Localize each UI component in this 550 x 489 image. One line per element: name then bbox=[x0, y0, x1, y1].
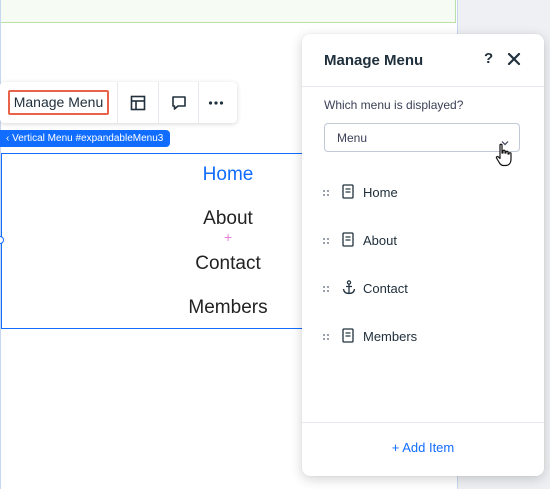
drag-handle-icon[interactable] bbox=[322, 331, 330, 343]
element-tag[interactable]: ‹ Vertical Menu #expandableMenu3 bbox=[0, 130, 170, 147]
drag-handle-icon[interactable] bbox=[322, 235, 330, 247]
drag-handle-icon[interactable] bbox=[322, 187, 330, 199]
panel-menu-item-members[interactable]: Members bbox=[302, 321, 544, 351]
page-icon bbox=[342, 232, 356, 248]
panel-menu-item-label: Members bbox=[363, 329, 418, 344]
close-icon[interactable] bbox=[506, 51, 522, 67]
add-plus-icon: + bbox=[224, 229, 233, 245]
menu-select-value: Menu bbox=[337, 131, 368, 145]
panel-menu-item-home[interactable]: Home bbox=[302, 177, 544, 207]
chevron-down-icon bbox=[501, 134, 509, 146]
panel-menu-item-label: Contact bbox=[363, 281, 408, 296]
add-item-button[interactable]: + Add Item bbox=[302, 440, 544, 455]
anchor-icon bbox=[342, 280, 356, 296]
hand-cursor-icon bbox=[494, 143, 514, 167]
which-menu-label: Which menu is displayed? bbox=[324, 98, 464, 112]
comment-icon[interactable] bbox=[168, 92, 190, 114]
toolbar-divider bbox=[117, 82, 118, 123]
manage-menu-button[interactable]: Manage Menu bbox=[8, 90, 109, 115]
page-icon bbox=[342, 328, 356, 344]
layout-icon[interactable] bbox=[127, 92, 149, 114]
manage-menu-panel: Manage Menu ? Which menu is displayed? M… bbox=[302, 34, 544, 476]
divider bbox=[302, 422, 544, 423]
more-icon[interactable] bbox=[205, 92, 227, 114]
element-toolbar: Manage Menu bbox=[0, 82, 237, 123]
panel-menu-item-about[interactable]: About bbox=[302, 225, 544, 255]
panel-title: Manage Menu bbox=[324, 52, 424, 69]
header-strip[interactable] bbox=[0, 0, 456, 23]
page-icon bbox=[342, 184, 356, 200]
help-icon[interactable]: ? bbox=[484, 50, 498, 70]
toolbar-divider bbox=[158, 82, 159, 123]
menu-select[interactable]: Menu bbox=[324, 123, 520, 152]
divider bbox=[302, 86, 544, 87]
panel-menu-item-contact[interactable]: Contact bbox=[302, 273, 544, 303]
panel-menu-item-label: About bbox=[363, 233, 397, 248]
panel-menu-item-label: Home bbox=[363, 185, 398, 200]
drag-handle-icon[interactable] bbox=[322, 283, 330, 295]
editor-canvas: Manage Menu ‹ Vertical Menu #expandableM… bbox=[0, 0, 550, 489]
element-tag-label: Vertical Menu #expandableMenu3 bbox=[12, 133, 164, 144]
toolbar-divider bbox=[198, 82, 199, 123]
